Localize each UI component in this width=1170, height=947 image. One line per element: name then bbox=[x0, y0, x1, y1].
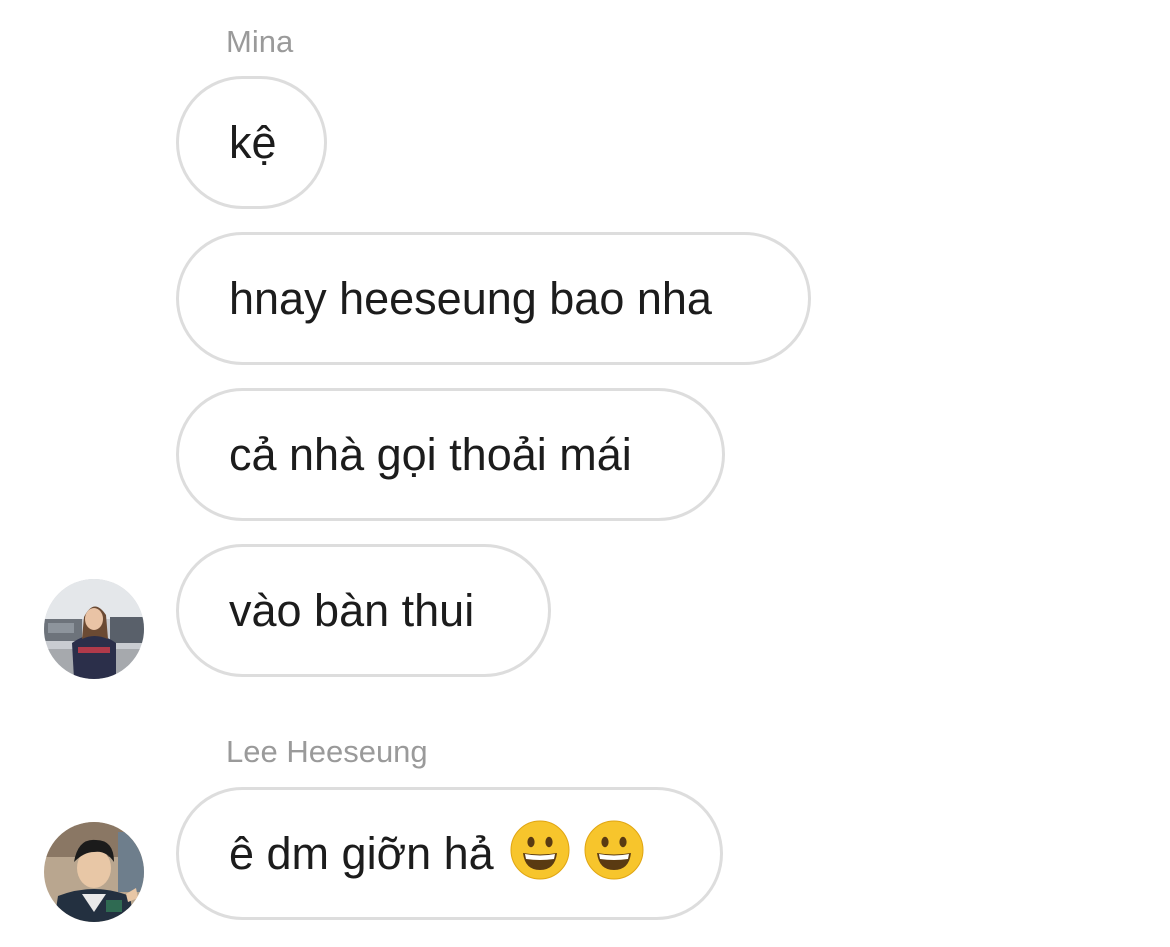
message-text: vào bàn thui bbox=[229, 585, 475, 636]
avatar-mina[interactable] bbox=[44, 579, 144, 679]
message-text: cả nhà gọi thoải mái bbox=[229, 429, 632, 480]
message-bubble[interactable]: hnay heeseung bao nha bbox=[176, 232, 811, 365]
message-text: kệ bbox=[229, 117, 277, 168]
avatar-lee-heeseung[interactable] bbox=[44, 822, 144, 922]
sender-name-lee-heeseung: Lee Heeseung bbox=[226, 734, 428, 769]
sender-name-mina: Mina bbox=[226, 24, 294, 59]
message-text: hnay heeseung bao nha bbox=[229, 273, 712, 324]
message-bubble[interactable]: kệ bbox=[176, 76, 327, 209]
message-bubble[interactable]: vào bàn thui bbox=[176, 544, 551, 677]
message-text: ê dm giỡn hả bbox=[229, 828, 494, 879]
grinning-face-emoji bbox=[510, 820, 570, 879]
message-bubble[interactable]: cả nhà gọi thoải mái bbox=[176, 388, 725, 521]
avatar-mina-photo bbox=[44, 579, 144, 679]
grinning-face-emoji bbox=[584, 820, 644, 879]
avatar-lee-heeseung-photo bbox=[44, 822, 144, 922]
message-bubble[interactable]: ê dm giỡn hả bbox=[176, 787, 723, 920]
